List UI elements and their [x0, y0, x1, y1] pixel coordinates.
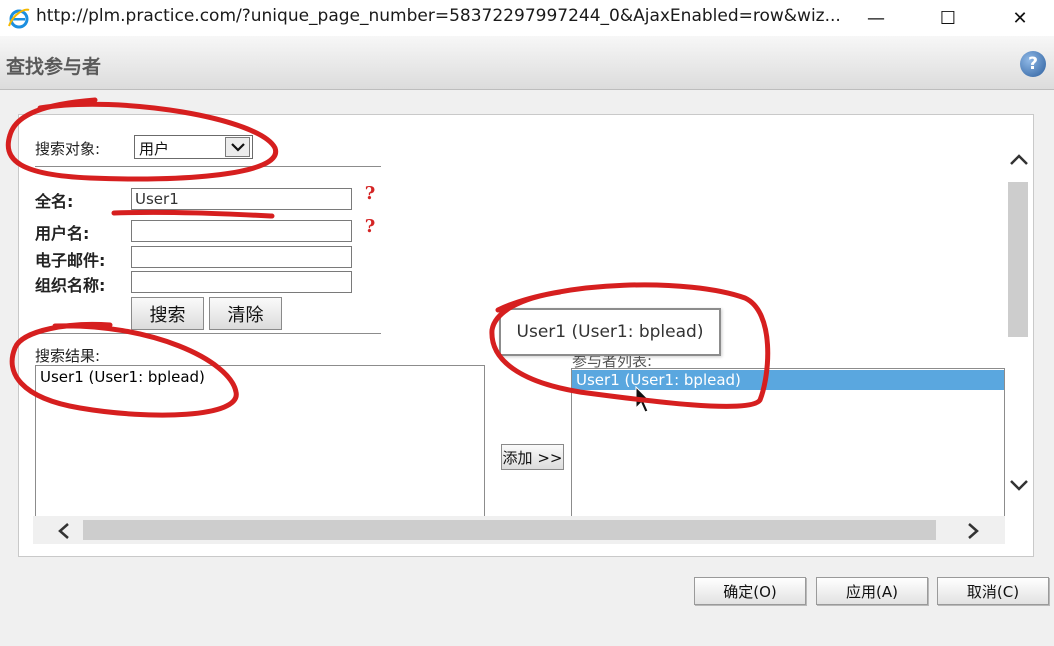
divider	[35, 333, 381, 334]
email-input[interactable]	[131, 246, 352, 268]
search-object-value: 用户	[139, 140, 170, 158]
window-title-bar: http://plm.practice.com/?unique_page_num…	[0, 0, 1054, 36]
tooltip: User1 (User1: bplead)	[499, 308, 721, 356]
minimize-button[interactable]: —	[846, 0, 906, 36]
list-item[interactable]: User1 (User1: bplead)	[36, 367, 209, 387]
fullname-input[interactable]	[131, 188, 352, 210]
org-name-input[interactable]	[131, 271, 352, 293]
scrollbar-thumb[interactable]	[1008, 182, 1028, 337]
username-label: 用户名:	[35, 224, 90, 243]
search-object-select[interactable]: 用户	[134, 135, 253, 159]
help-icon[interactable]: ?	[1020, 51, 1046, 77]
horizontal-scrollbar[interactable]	[33, 516, 1005, 544]
apply-button[interactable]: 应用(A)	[816, 577, 928, 605]
search-button[interactable]: 搜索	[131, 297, 204, 330]
dialog-title: 查找参与者	[6, 56, 102, 78]
username-input[interactable]	[131, 220, 352, 242]
search-results-label: 搜索结果:	[35, 347, 101, 365]
chevron-down-icon[interactable]	[1008, 477, 1030, 493]
org-name-label: 组织名称:	[35, 276, 106, 295]
find-participants-window: http://plm.practice.com/?unique_page_num…	[0, 0, 1054, 646]
search-object-label: 搜索对象:	[35, 140, 101, 158]
vertical-scrollbar[interactable]	[1005, 127, 1033, 518]
help-question-icon[interactable]: ?	[360, 217, 380, 237]
chevron-left-icon[interactable]	[56, 521, 72, 541]
fullname-label: 全名:	[35, 192, 74, 211]
dialog-header: 查找参与者 ?	[0, 36, 1054, 90]
maximize-button[interactable]: ☐	[918, 0, 978, 36]
chevron-down-icon[interactable]	[225, 137, 250, 157]
search-results-list[interactable]: User1 (User1: bplead)	[35, 365, 485, 520]
add-button[interactable]: 添加 >>	[501, 444, 564, 470]
internet-explorer-icon	[8, 8, 30, 29]
chevron-up-icon[interactable]	[1008, 152, 1030, 168]
clear-button[interactable]: 清除	[209, 297, 282, 330]
window-url: http://plm.practice.com/?unique_page_num…	[36, 6, 841, 26]
close-button[interactable]: ✕	[990, 0, 1050, 36]
email-label: 电子邮件:	[35, 251, 106, 270]
chevron-right-icon[interactable]	[965, 521, 981, 541]
ok-button[interactable]: 确定(O)	[694, 577, 806, 605]
divider	[35, 166, 381, 167]
scrollbar-thumb[interactable]	[83, 520, 936, 540]
cancel-button[interactable]: 取消(C)	[937, 577, 1049, 605]
help-question-icon[interactable]: ?	[360, 184, 380, 204]
mouse-cursor-icon	[635, 386, 653, 413]
